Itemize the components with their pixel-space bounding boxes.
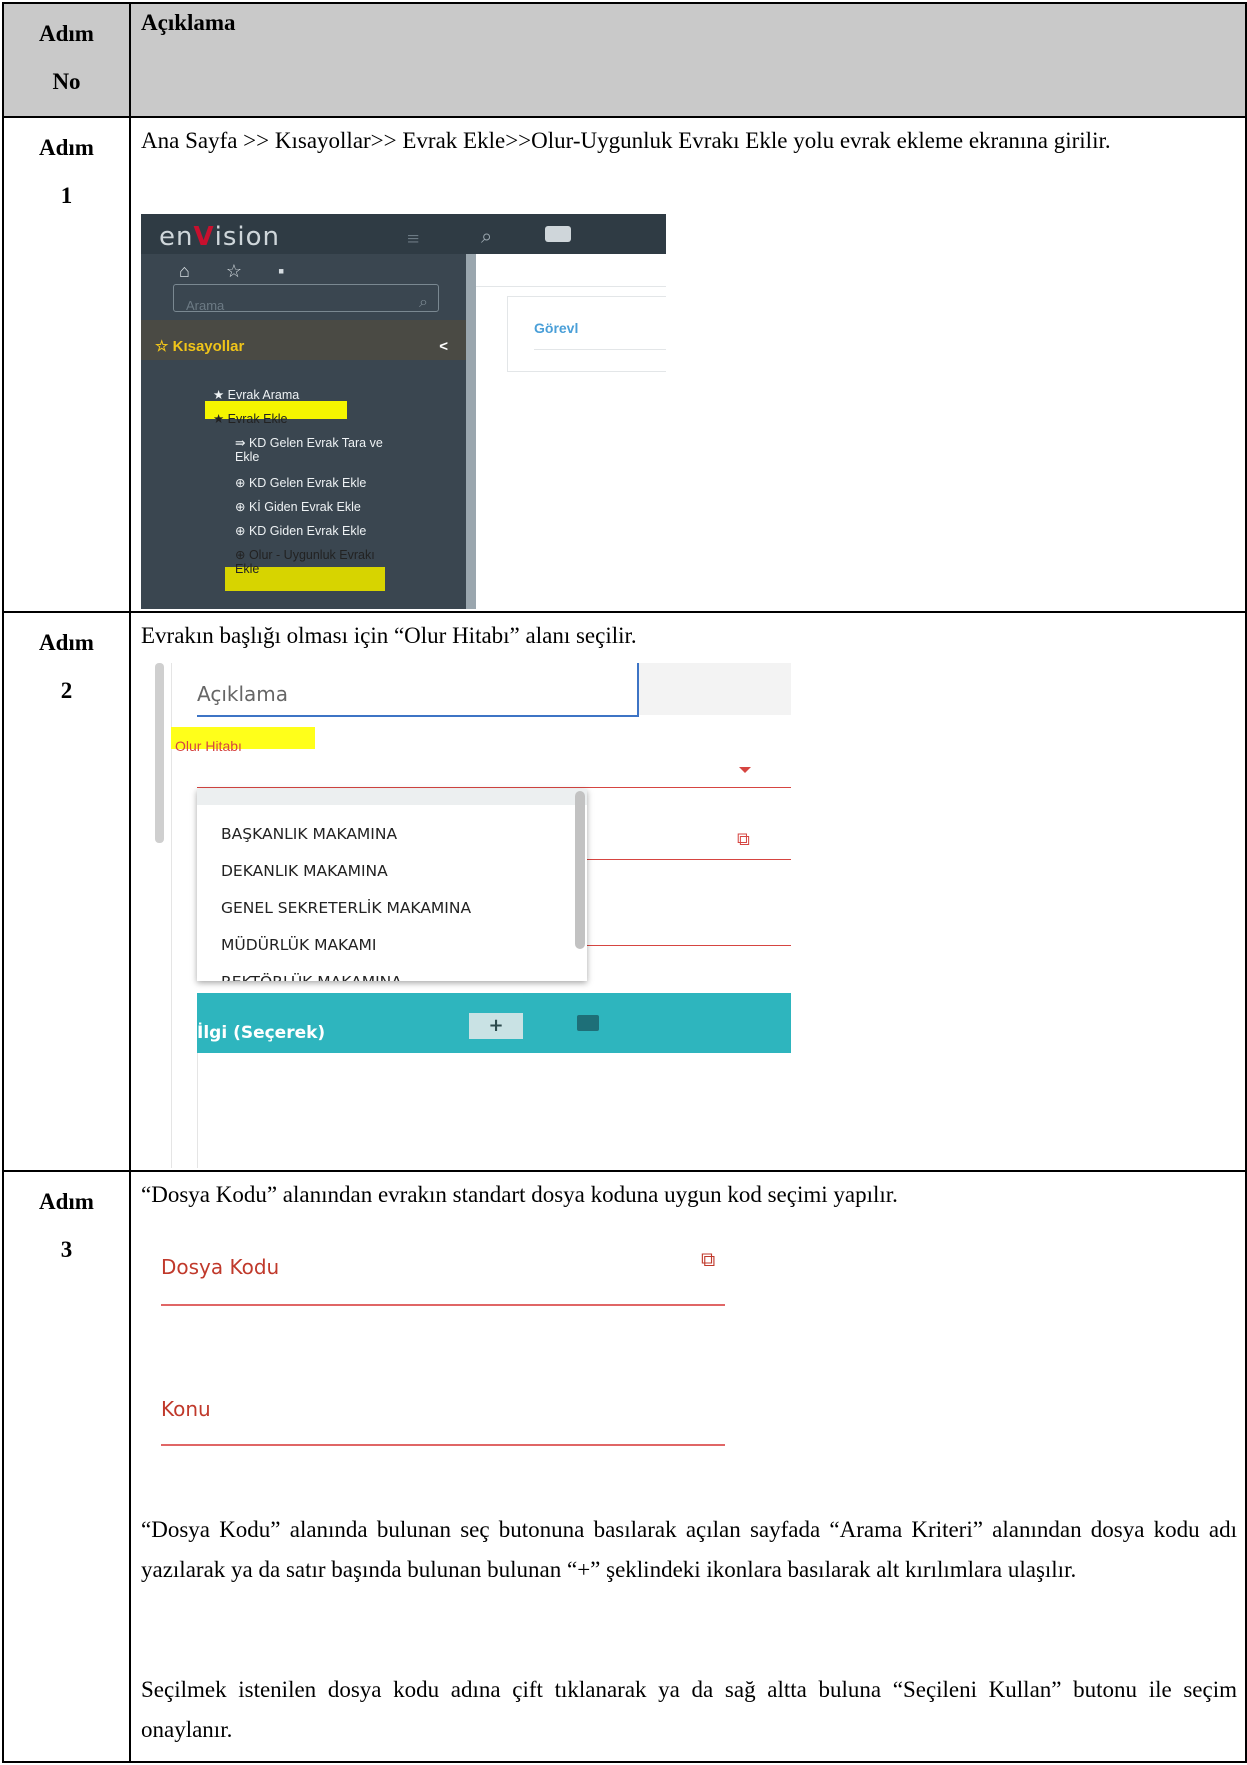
dosya-kodu-underline bbox=[161, 1304, 725, 1306]
step-label: Adım bbox=[39, 630, 94, 655]
dropdown-header bbox=[197, 789, 587, 805]
step-paragraph: “Dosya Kodu” alanında bulunan seç butonu… bbox=[141, 1517, 1237, 1582]
ilgi-label: İlgi (Seçerek) bbox=[197, 1023, 326, 1043]
briefcase-icon[interactable] bbox=[545, 226, 571, 242]
search-icon[interactable]: ⌕ bbox=[481, 220, 492, 254]
step-number: Adım 1 bbox=[2, 116, 131, 613]
step-description: Ana Sayfa >> Kısayollar>> Evrak Ekle>>Ol… bbox=[129, 116, 1247, 613]
left-scrollbar[interactable] bbox=[155, 663, 164, 843]
dropdown-option[interactable]: REKTÖRLÜK MAKAMINA bbox=[221, 965, 402, 981]
main-content: Görevl bbox=[476, 254, 666, 609]
olur-hitabi-underline bbox=[197, 787, 791, 788]
step-label: Adım bbox=[39, 1189, 94, 1214]
sidebar-scrollbar[interactable] bbox=[466, 254, 476, 609]
sidebar-search-input[interactable]: Arama ⌕ bbox=[173, 284, 439, 313]
dosya-kodu-screenshot: Dosya Kodu ⧉ Konu bbox=[141, 1222, 741, 1462]
step-description: “Dosya Kodu” alanından evrakın standart … bbox=[129, 1170, 1247, 1763]
star-icon[interactable]: ☆ bbox=[226, 261, 242, 281]
ilgi-body bbox=[197, 1053, 791, 1168]
card-title: Görevl bbox=[534, 320, 579, 336]
header-no: No bbox=[52, 69, 81, 94]
step-paragraph: Seçilmek istenilen dosya kodu adına çift… bbox=[141, 1677, 1237, 1742]
sidebar: ⌂ ☆ ▪ Arama ⌕ ☆ Kısayollar < ★ Evrak Arama… bbox=[141, 254, 466, 609]
description-field[interactable]: Açıklama bbox=[197, 663, 639, 717]
dropdown-scrollbar[interactable] bbox=[575, 791, 585, 949]
dropdown-option[interactable]: BAŞKANLIK MAKAMINA bbox=[221, 817, 397, 851]
divider bbox=[534, 349, 666, 350]
sidebar-quick-icons: ⌂ ☆ ▪ bbox=[179, 254, 320, 288]
steps-table: Adım No Açıklama Adım 1 Ana Sayfa >> Kıs… bbox=[2, 2, 1247, 1763]
search-icon: ⌕ bbox=[419, 294, 428, 311]
add-button[interactable]: + bbox=[469, 1013, 523, 1039]
dosya-kodu-label: Dosya Kodu bbox=[161, 1255, 280, 1279]
header-step-no: Adım No bbox=[2, 2, 131, 118]
menu-icon[interactable]: ≡ bbox=[407, 222, 419, 256]
chevron-left-icon: < bbox=[439, 338, 448, 355]
table-row: Adım 1 Ana Sayfa >> Kısayollar>> Evrak E… bbox=[2, 116, 1247, 613]
envision-menu-screenshot: enVision ≡ ⌕ ⌂ ☆ ▪ Arama ⌕ ☆ Kısayollar bbox=[141, 214, 666, 609]
step-description: Evrakın başlığı olması için “Olur Hitabı… bbox=[129, 611, 1247, 1172]
step-label: Adım bbox=[39, 135, 94, 160]
header-description: Açıklama bbox=[129, 2, 1247, 118]
help-icon[interactable]: ▪ bbox=[278, 261, 284, 281]
konu-underline bbox=[161, 1444, 725, 1446]
table-row: Adım 2 Evrakın başlığı olması için “Olur… bbox=[2, 611, 1247, 1172]
step-number: Adım 3 bbox=[2, 1170, 131, 1763]
copy-icon[interactable]: ⧉ bbox=[701, 1242, 715, 1276]
copy-icon[interactable]: ⧉ bbox=[737, 823, 750, 857]
ilgi-section-header: İlgi (Seçerek) + bbox=[197, 993, 791, 1053]
sidebar-item-olur-uygunluk-cont: Ekle bbox=[235, 562, 260, 576]
document-page: Adım No Açıklama Adım 1 Ana Sayfa >> Kıs… bbox=[0, 0, 1247, 1765]
tasks-card: Görevl bbox=[507, 296, 666, 372]
dropdown-option[interactable]: GENEL SEKRETERLİK MAKAMINA bbox=[221, 891, 471, 925]
app-topbar: enVision ≡ ⌕ bbox=[141, 214, 666, 254]
shortcuts-label: ☆ Kısayollar bbox=[155, 338, 245, 355]
dropdown-option[interactable]: DEKANLIK MAKAMINA bbox=[221, 854, 388, 888]
envision-logo: enVision bbox=[159, 222, 280, 252]
step-index: 1 bbox=[60, 183, 73, 208]
step-text: Evrakın başlığı olması için “Olur Hitabı… bbox=[141, 623, 637, 648]
olur-hitabi-text: Olur Hitabı bbox=[175, 738, 242, 754]
caret-down-icon[interactable] bbox=[739, 767, 751, 773]
step-text: “Dosya Kodu” alanından evrakın standart … bbox=[141, 1182, 898, 1207]
field-background bbox=[637, 663, 791, 715]
olur-hitabi-dropdown: BAŞKANLIK MAKAMINA DEKANLIK MAKAMINA GEN… bbox=[197, 789, 587, 981]
table-row: Adım 3 “Dosya Kodu” alanından evrakın st… bbox=[2, 1170, 1247, 1763]
olur-hitabi-label: Olur Hitabı bbox=[171, 727, 315, 754]
table-header-row: Adım No Açıklama bbox=[2, 2, 1247, 118]
step-number: Adım 2 bbox=[2, 611, 131, 1172]
konu-label: Konu bbox=[161, 1397, 211, 1421]
sidebar-item-shortcuts[interactable]: ☆ Kısayollar < bbox=[141, 320, 466, 360]
dropdown-option[interactable]: MÜDÜRLÜK MAKAMI bbox=[221, 928, 376, 962]
step-text: Ana Sayfa >> Kısayollar>> Evrak Ekle>>Ol… bbox=[141, 128, 1111, 153]
search-placeholder: Arama bbox=[186, 298, 225, 313]
step-index: 2 bbox=[60, 678, 73, 703]
step-index: 3 bbox=[60, 1237, 73, 1262]
divider bbox=[476, 286, 666, 287]
olur-hitabi-screenshot: Açıklama Olur Hitabı ⧉ İlgi (Seçerek) + bbox=[141, 663, 791, 1168]
description-placeholder: Açıklama bbox=[197, 682, 289, 706]
comment-icon[interactable] bbox=[577, 1015, 599, 1031]
header-adim: Adım bbox=[39, 21, 94, 46]
home-icon[interactable]: ⌂ bbox=[179, 261, 190, 281]
